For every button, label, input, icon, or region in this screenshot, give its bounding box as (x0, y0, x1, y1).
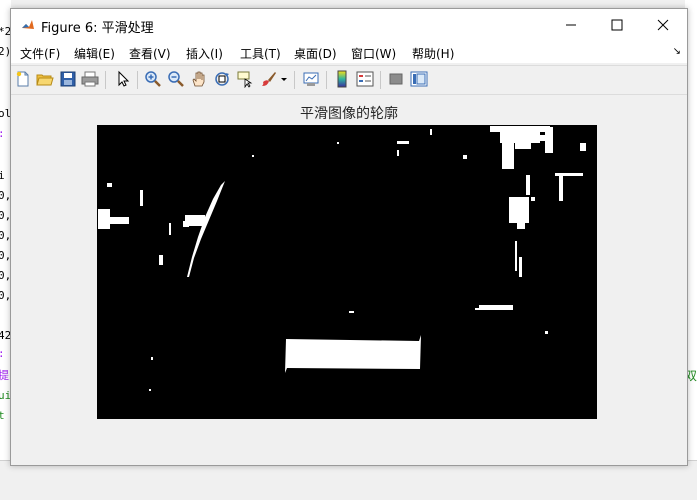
toolbar-separator (380, 71, 381, 89)
zoom-out-icon[interactable] (167, 70, 185, 88)
binary-contour-image (97, 125, 597, 419)
editor-fragment: i (0, 169, 5, 182)
editor-fragment: : (0, 124, 5, 144)
title-bar[interactable]: Figure 6: 平滑处理 (11, 9, 687, 41)
toolbar-separator (326, 71, 327, 89)
menu-help[interactable]: 帮助(H) (412, 45, 454, 62)
menu-edit[interactable]: 编辑(E) (74, 45, 115, 62)
minimize-button[interactable] (548, 9, 594, 41)
chevron-down-icon[interactable] (280, 70, 288, 88)
pointer-icon[interactable] (114, 70, 132, 88)
contour-image-svg (97, 125, 597, 419)
menu-tools[interactable]: 工具(T) (240, 45, 281, 62)
brush-icon[interactable] (260, 70, 278, 88)
legend-icon[interactable] (356, 70, 374, 88)
pan-icon[interactable] (190, 70, 208, 88)
maximize-icon (611, 19, 623, 31)
toolbar-separator (105, 71, 106, 89)
toolbar-separator (294, 71, 295, 89)
print-icon[interactable] (81, 70, 99, 88)
figure-toolbar (11, 65, 687, 95)
new-figure-icon[interactable] (14, 70, 32, 88)
editor-fragment: t (0, 409, 5, 422)
colorbar-icon[interactable] (333, 70, 351, 88)
close-icon (657, 19, 669, 31)
menu-file[interactable]: 文件(F) (20, 45, 60, 62)
close-button[interactable] (640, 9, 686, 41)
hide-plot-tools-icon[interactable] (387, 70, 405, 88)
editor-fragment: 提 (0, 369, 9, 382)
editor-fragment: : (0, 344, 5, 364)
menu-bar: 文件(F) 编辑(E) 查看(V) 插入(I) 工具(T) 桌面(D) 窗口(W… (11, 41, 687, 63)
maximize-button[interactable] (594, 9, 640, 41)
save-icon[interactable] (59, 70, 77, 88)
figure-window: Figure 6: 平滑处理 文件(F) 编辑(E) 查看(V) 插入(I) 工… (10, 8, 688, 466)
data-cursor-icon[interactable] (236, 70, 254, 88)
plot-title: 平滑图像的轮廓 (300, 106, 398, 122)
background-status-strip (0, 460, 697, 500)
zoom-in-icon[interactable] (144, 70, 162, 88)
open-file-icon[interactable] (36, 70, 54, 88)
show-plot-tools-icon[interactable] (410, 70, 428, 88)
minimize-icon (566, 24, 576, 26)
window-title: Figure 6: 平滑处理 (41, 21, 154, 36)
matlab-logo-icon (21, 18, 35, 32)
menu-insert[interactable]: 插入(I) (186, 45, 223, 62)
menu-desktop[interactable]: 桌面(D) (294, 45, 337, 62)
dock-arrow-icon[interactable]: ↘ (673, 46, 681, 57)
toolbar-separator (137, 71, 138, 89)
rotate-3d-icon[interactable] (213, 70, 231, 88)
menu-view[interactable]: 查看(V) (129, 45, 171, 62)
menu-window[interactable]: 窗口(W) (351, 45, 396, 62)
link-plot-icon[interactable] (302, 70, 320, 88)
